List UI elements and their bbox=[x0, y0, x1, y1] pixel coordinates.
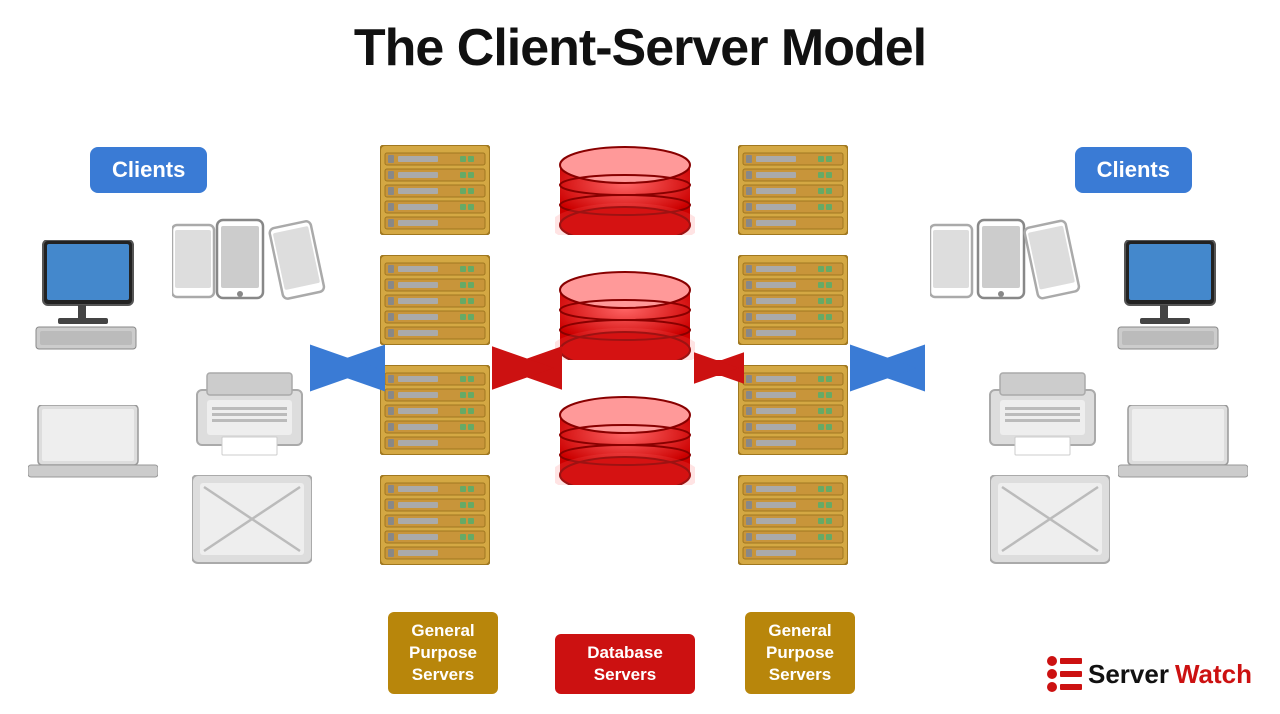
printer-right bbox=[985, 365, 1100, 460]
laptop-right bbox=[1118, 405, 1248, 485]
server-rack-right-4 bbox=[738, 475, 848, 565]
clients-label-right: Clients bbox=[1075, 147, 1192, 193]
clients-label-left: Clients bbox=[90, 147, 207, 193]
db-cylinder-3 bbox=[555, 390, 695, 485]
server-rack-right-3 bbox=[738, 365, 848, 455]
logo-text-server: Server bbox=[1088, 659, 1169, 690]
laptop-left bbox=[28, 405, 158, 485]
logo-icon bbox=[1047, 656, 1082, 692]
label-gp-left: General Purpose Servers bbox=[388, 612, 498, 694]
phones-right bbox=[930, 215, 1090, 315]
serverwatch-logo: ServerWatch bbox=[1047, 656, 1252, 692]
tablet-left bbox=[192, 475, 312, 565]
tablet-right bbox=[990, 475, 1110, 565]
desktop-left bbox=[28, 240, 168, 350]
db-cylinder-1 bbox=[555, 140, 695, 235]
page-title: The Client-Server Model bbox=[0, 0, 1280, 78]
server-rack-right-2 bbox=[738, 255, 848, 345]
server-rack-right-1 bbox=[738, 145, 848, 235]
desktop-right bbox=[1110, 240, 1250, 350]
arrow-red-left bbox=[492, 343, 562, 393]
server-rack-left-3 bbox=[380, 365, 490, 455]
server-rack-left-2 bbox=[380, 255, 490, 345]
arrow-blue-right bbox=[850, 343, 925, 393]
arrow-blue-left bbox=[310, 343, 385, 393]
db-cylinder-2 bbox=[555, 265, 695, 360]
server-rack-left-1 bbox=[380, 145, 490, 235]
server-rack-left-4 bbox=[380, 475, 490, 565]
label-gp-right: General Purpose Servers bbox=[745, 612, 855, 694]
phones-left bbox=[172, 215, 342, 315]
printer-left bbox=[192, 365, 307, 460]
arrow-red-right bbox=[694, 343, 744, 393]
label-db: Database Servers bbox=[555, 634, 695, 694]
logo-text-watch: Watch bbox=[1175, 659, 1252, 690]
diagram-area: Clients Clients bbox=[0, 95, 1280, 714]
